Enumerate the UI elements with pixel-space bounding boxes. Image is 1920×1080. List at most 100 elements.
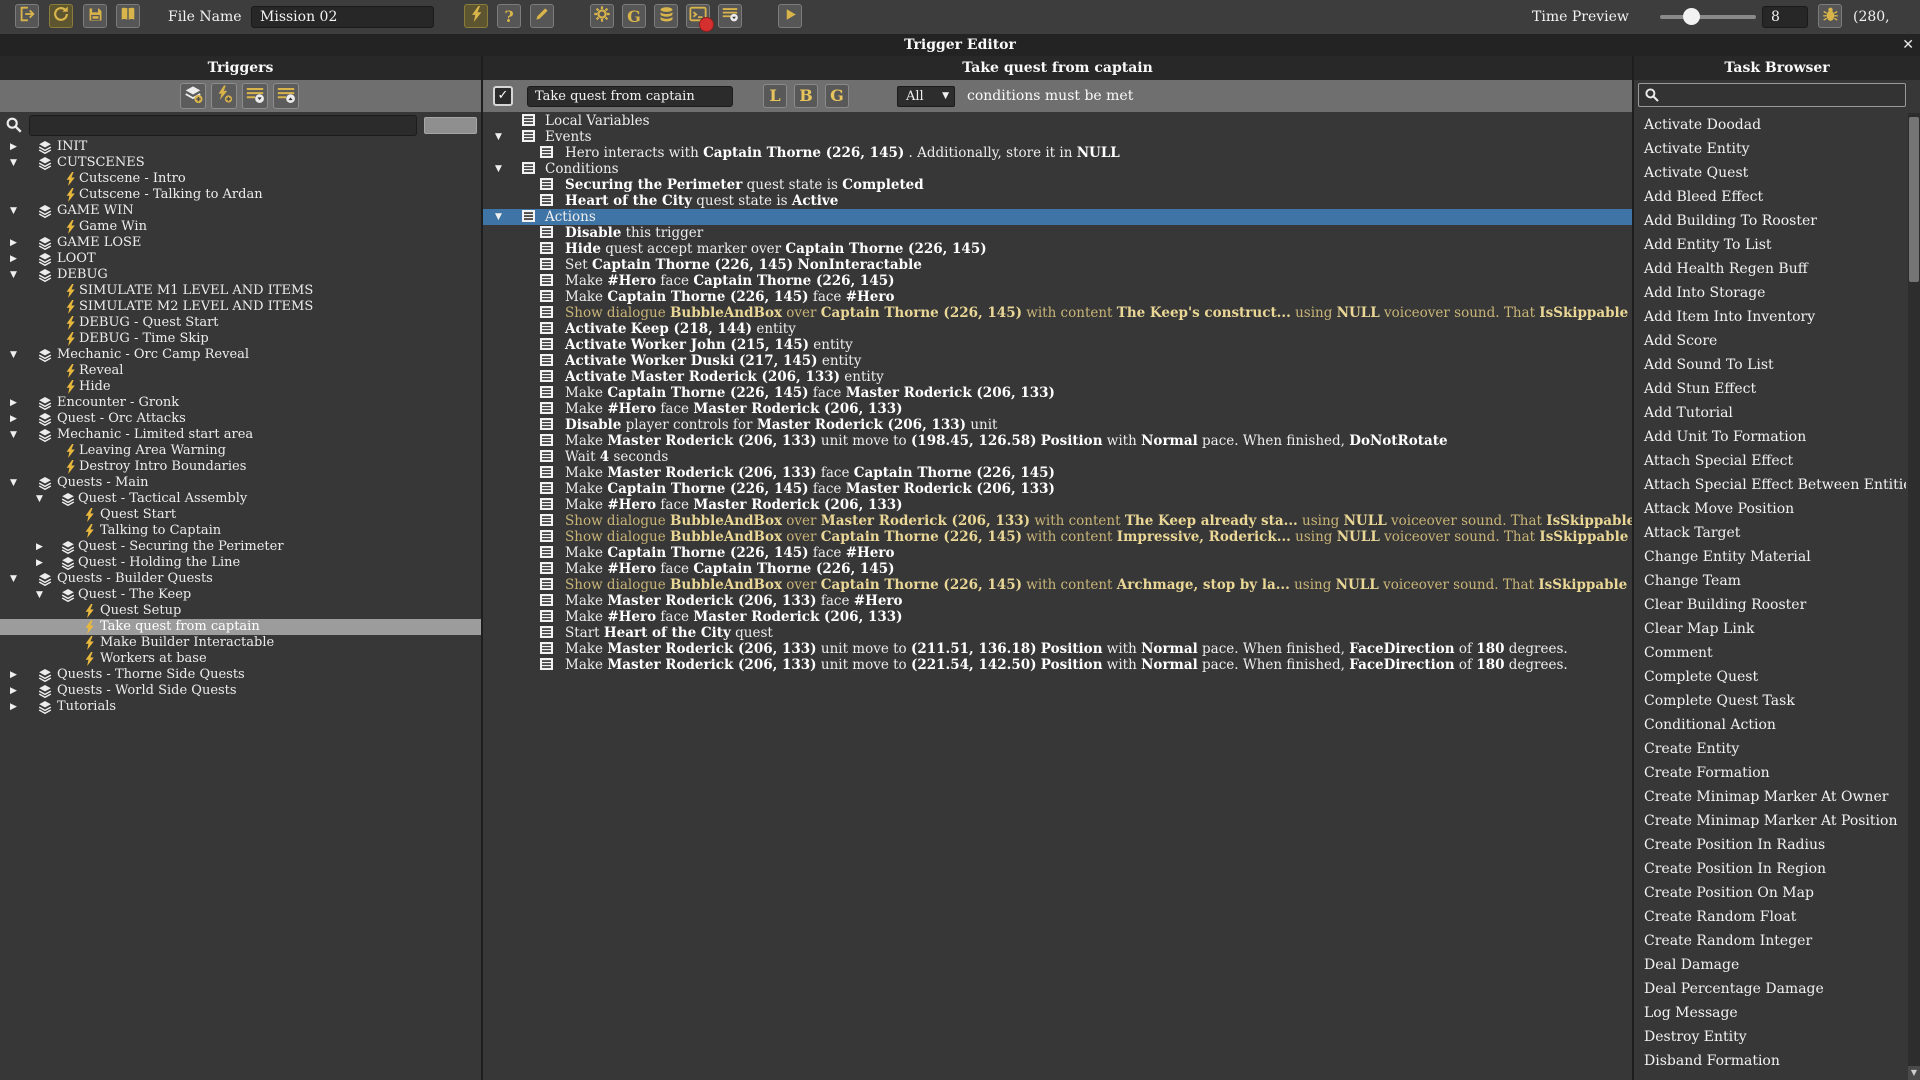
collapse-arrow-icon[interactable]: ▼	[495, 129, 502, 145]
run-button[interactable]	[778, 4, 802, 28]
task-list-item[interactable]: Attack Target	[1634, 521, 1906, 545]
close-icon[interactable]: ✕	[1902, 34, 1914, 56]
task-list-item[interactable]: Add Item Into Inventory	[1634, 305, 1906, 329]
task-list-item[interactable]: Activate Quest	[1634, 161, 1906, 185]
task-list-item[interactable]: Add Entity To List	[1634, 233, 1906, 257]
trigger-statement-row[interactable]: Make #Hero face Master Roderick (206, 13…	[483, 497, 1632, 513]
trigger-statement-row[interactable]: Make Captain Thorne (226, 145) face #Her…	[483, 289, 1632, 305]
local-variables-button[interactable]: L	[763, 84, 787, 108]
task-list-item[interactable]: Create Random Integer	[1634, 929, 1906, 953]
expand-arrow-icon[interactable]: ▶	[10, 699, 17, 715]
task-list-item[interactable]: Attack Move Position	[1634, 497, 1906, 521]
tree-trigger-row[interactable]: Quest Setup	[0, 603, 481, 619]
data-button[interactable]	[654, 4, 678, 28]
trigger-enabled-checkbox[interactable]: ✓	[493, 86, 513, 106]
tree-folder-row[interactable]: ▶Tutorials	[0, 699, 481, 715]
expand-arrow-icon[interactable]: ▶	[10, 235, 17, 251]
trigger-statement-row[interactable]: Activate Master Roderick (206, 133) enti…	[483, 369, 1632, 385]
tree-folder-row[interactable]: ▼DEBUG	[0, 267, 481, 283]
trigger-statement-row[interactable]: Disable player controls for Master Roder…	[483, 417, 1632, 433]
trigger-statement-row[interactable]: Make Captain Thorne (226, 145) face #Her…	[483, 545, 1632, 561]
task-list-item[interactable]: Add Into Storage	[1634, 281, 1906, 305]
trigger-statement-row[interactable]: Activate Worker Duski (217, 145) entity	[483, 353, 1632, 369]
triggers-search-side-button[interactable]	[424, 117, 477, 134]
add-folder-button[interactable]	[180, 83, 206, 109]
trigger-statement-row[interactable]: Hero interacts with Captain Thorne (226,…	[483, 145, 1632, 161]
trigger-statement-row[interactable]: Make Captain Thorne (226, 145) face Mast…	[483, 481, 1632, 497]
save-button[interactable]	[83, 4, 107, 28]
tree-trigger-row[interactable]: Make Builder Interactable	[0, 635, 481, 651]
expand-arrow-icon[interactable]: ▶	[10, 667, 17, 683]
trigger-statement-row[interactable]: Make Master Roderick (206, 133) unit mov…	[483, 657, 1632, 673]
trigger-statement-row[interactable]: Make Master Roderick (206, 133) face #He…	[483, 593, 1632, 609]
tree-trigger-row[interactable]: DEBUG - Quest Start	[0, 315, 481, 331]
trigger-statement-row[interactable]: Make Captain Thorne (226, 145) face Mast…	[483, 385, 1632, 401]
globals-scope-button[interactable]: G	[825, 84, 849, 108]
tree-trigger-row[interactable]: Leaving Area Warning	[0, 443, 481, 459]
tree-trigger-row[interactable]: Destroy Intro Boundaries	[0, 459, 481, 475]
task-list-item[interactable]: Conditional Action	[1634, 713, 1906, 737]
trigger-statement-row[interactable]: Securing the Perimeter quest state is Co…	[483, 177, 1632, 193]
trigger-statement-row[interactable]: Show dialogue BubbleAndBox over Captain …	[483, 577, 1632, 593]
task-list-item[interactable]: Deal Percentage Damage	[1634, 977, 1906, 1001]
trigger-statement-row[interactable]: Make #Hero face Captain Thorne (226, 145…	[483, 561, 1632, 577]
trigger-section-row[interactable]: Local Variables	[483, 113, 1632, 129]
debug-button[interactable]	[1818, 4, 1842, 28]
trigger-statement-row[interactable]: Hide quest accept marker over Captain Th…	[483, 241, 1632, 257]
add-trigger-button[interactable]	[211, 83, 237, 109]
tree-folder-row[interactable]: ▶Quests - World Side Quests	[0, 683, 481, 699]
console-button[interactable]	[686, 4, 710, 28]
reload-button[interactable]	[49, 4, 73, 28]
expand-arrow-icon[interactable]: ▶	[10, 411, 17, 427]
task-list-item[interactable]: Add Health Regen Buff	[1634, 257, 1906, 281]
task-list-item[interactable]: Change Team	[1634, 569, 1906, 593]
trigger-statement-row[interactable]: Wait 4 seconds	[483, 449, 1632, 465]
triggers-search-input[interactable]	[29, 115, 417, 136]
trigger-statement-row[interactable]: Show dialogue BubbleAndBox over Captain …	[483, 305, 1632, 321]
task-list-item[interactable]: Deal Damage	[1634, 953, 1906, 977]
tree-folder-row[interactable]: ▶Encounter - Gronk	[0, 395, 481, 411]
trigger-section-row[interactable]: ▼Actions	[483, 209, 1632, 225]
task-list-item[interactable]: Change Entity Material	[1634, 545, 1906, 569]
tree-folder-row[interactable]: ▼CUTSCENES	[0, 155, 481, 171]
tree-folder-row[interactable]: ▼Mechanic - Limited start area	[0, 427, 481, 443]
task-list-item[interactable]: Create Minimap Marker At Position	[1634, 809, 1906, 833]
expand-arrow-icon[interactable]: ▶	[10, 139, 17, 155]
task-list-item[interactable]: Complete Quest Task	[1634, 689, 1906, 713]
trigger-statement-row[interactable]: Disable this trigger	[483, 225, 1632, 241]
tree-folder-row[interactable]: ▶GAME LOSE	[0, 235, 481, 251]
task-list-item[interactable]: Add Building To Rooster	[1634, 209, 1906, 233]
tree-trigger-row[interactable]: Workers at base	[0, 651, 481, 667]
trigger-statement-row[interactable]: Show dialogue BubbleAndBox over Master R…	[483, 513, 1632, 529]
trigger-statement-row[interactable]: Activate Worker John (215, 145) entity	[483, 337, 1632, 353]
tree-folder-row[interactable]: ▶Quest - Securing the Perimeter	[0, 539, 481, 555]
task-list-item[interactable]: Attach Special Effect	[1634, 449, 1906, 473]
time-preview-value[interactable]: 8	[1762, 6, 1808, 28]
exit-button[interactable]	[15, 4, 39, 28]
collapse-arrow-icon[interactable]: ▼	[36, 491, 43, 507]
trigger-statement-row[interactable]: Show dialogue BubbleAndBox over Captain …	[483, 529, 1632, 545]
trigger-statement-row[interactable]: Make #Hero face Captain Thorne (226, 145…	[483, 273, 1632, 289]
task-list-item[interactable]: Create Position In Radius	[1634, 833, 1906, 857]
task-list-item[interactable]: Add Tutorial	[1634, 401, 1906, 425]
collapse-arrow-icon[interactable]: ▼	[10, 427, 17, 443]
trigger-section-row[interactable]: ▼Conditions	[483, 161, 1632, 177]
trigger-name-input[interactable]	[527, 86, 733, 107]
tree-trigger-row[interactable]: SIMULATE M2 LEVEL AND ITEMS	[0, 299, 481, 315]
task-list-item[interactable]: Clear Map Link	[1634, 617, 1906, 641]
task-list-item[interactable]: Add Stun Effect	[1634, 377, 1906, 401]
task-list-item[interactable]: Complete Quest	[1634, 665, 1906, 689]
time-preview-slider-track[interactable]	[1660, 15, 1756, 19]
tree-folder-row[interactable]: ▶Quest - Orc Attacks	[0, 411, 481, 427]
trigger-statement-row[interactable]: Make #Hero face Master Roderick (206, 13…	[483, 401, 1632, 417]
tree-folder-row[interactable]: ▶Quests - Thorne Side Quests	[0, 667, 481, 683]
trigger-section-row[interactable]: ▼Events	[483, 129, 1632, 145]
tree-trigger-row[interactable]: Hide	[0, 379, 481, 395]
task-list-item[interactable]: Activate Entity	[1634, 137, 1906, 161]
file-name-input[interactable]	[251, 6, 434, 28]
tree-trigger-row[interactable]: Cutscene - Intro	[0, 171, 481, 187]
trigger-statement-row[interactable]: Make Master Roderick (206, 133) unit mov…	[483, 641, 1632, 657]
collapse-arrow-icon[interactable]: ▼	[10, 267, 17, 283]
collapse-arrow-icon[interactable]: ▼	[10, 347, 17, 363]
collapse-arrow-icon[interactable]: ▼	[495, 161, 502, 177]
